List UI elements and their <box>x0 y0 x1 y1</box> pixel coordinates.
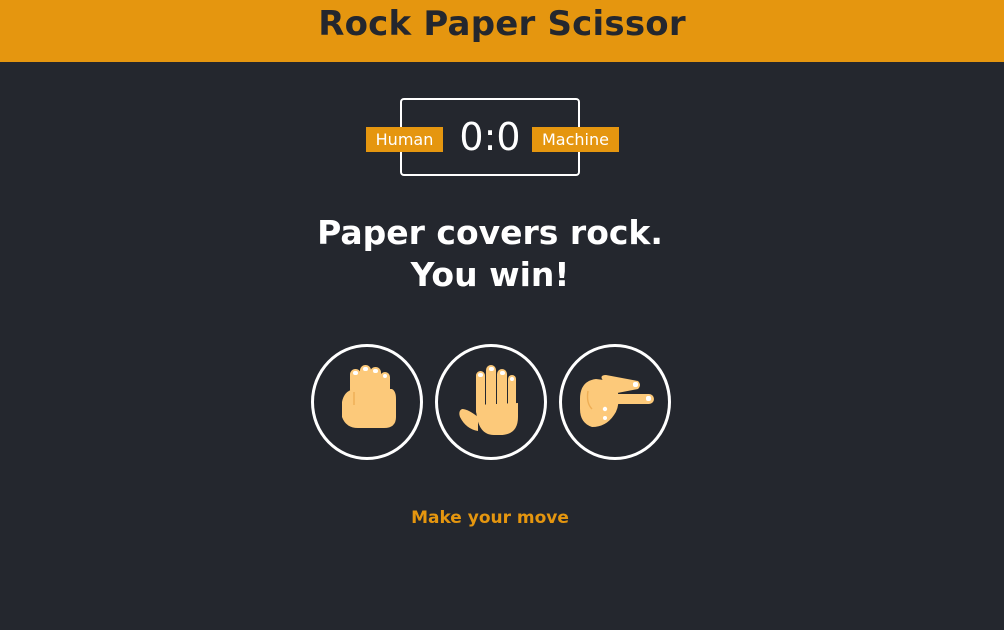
result-message: Paper covers rock. You win! <box>0 212 980 296</box>
user-score: 0 <box>459 115 484 159</box>
rock-hand-icon <box>342 365 396 428</box>
computer-score: 0 <box>496 115 521 159</box>
app-header: Rock Paper Scissor <box>0 0 1004 62</box>
computer-label-badge: Machine <box>532 127 619 152</box>
choice-rock-button[interactable] <box>311 344 423 460</box>
choice-paper-button[interactable] <box>435 344 547 460</box>
choice-scissors-button[interactable] <box>559 344 671 460</box>
action-message: Make your move <box>411 508 569 528</box>
paper-hand-icon <box>459 365 518 435</box>
score-separator: : <box>483 115 497 159</box>
result-line-outcome: Paper covers rock. <box>317 213 663 252</box>
app-title: Rock Paper Scissor <box>318 4 686 44</box>
score-display: 0:0 <box>440 114 540 160</box>
result-line-verdict: You win! <box>410 255 570 294</box>
scissors-hand-icon <box>580 375 654 427</box>
user-label-badge: Human <box>366 127 443 152</box>
